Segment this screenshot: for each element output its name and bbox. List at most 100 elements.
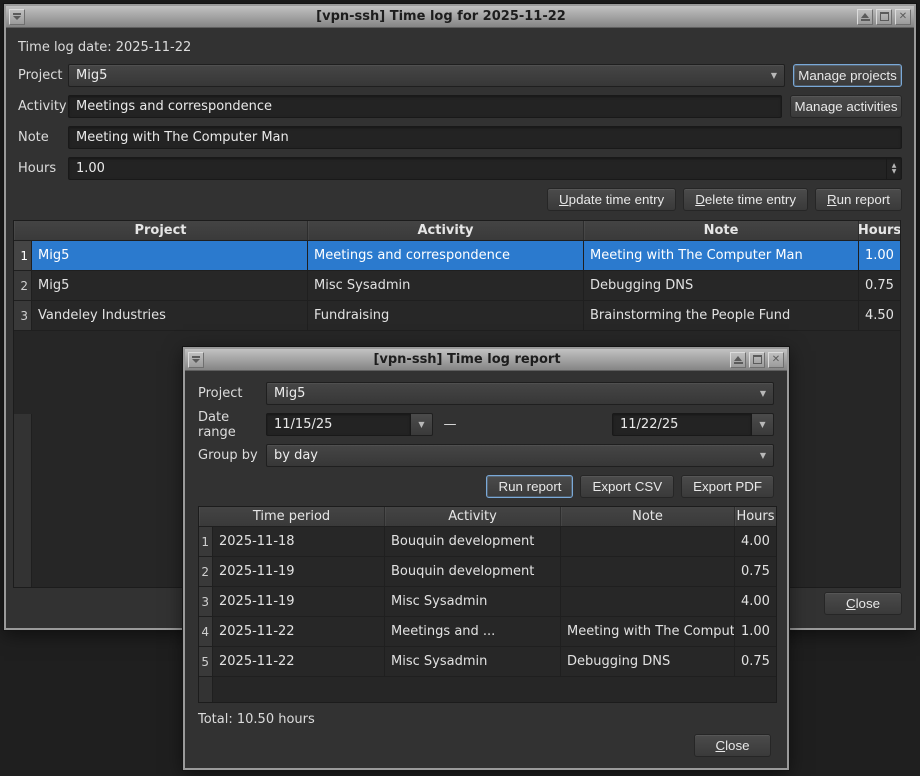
report-window-titlebar[interactable]: [vpn-ssh] Time log report ✕	[185, 349, 787, 371]
cell-note	[561, 587, 735, 616]
report-table-row[interactable]: 4 2025-11-22 Meetings and ... Meeting wi…	[199, 617, 776, 647]
run-report-button[interactable]: Run report	[815, 188, 902, 211]
chevron-down-icon: ▼	[765, 71, 777, 80]
maximize-icon	[880, 12, 889, 21]
chevron-down-icon: ▼	[759, 420, 765, 429]
row-number: 3	[14, 301, 32, 330]
table-empty-area	[199, 677, 776, 702]
main-close-window-button[interactable]: ✕	[895, 9, 911, 25]
cell-hours: 0.75	[735, 647, 776, 676]
close-icon: ✕	[899, 12, 907, 22]
report-run-report-button[interactable]: Run report	[486, 475, 573, 498]
window-menu-button[interactable]	[9, 9, 25, 25]
cell-time-period: 2025-11-18	[213, 527, 385, 556]
main-window-title: [vpn-ssh] Time log for 2025-11-22	[28, 9, 854, 24]
cell-hours: 0.75	[859, 271, 900, 300]
report-actions: Run report Export CSV Export PDF	[486, 475, 774, 498]
delete-time-entry-button[interactable]: Delete time entry	[683, 188, 808, 211]
export-pdf-button[interactable]: Export PDF	[681, 475, 774, 498]
main-close-button[interactable]: Close	[824, 592, 902, 615]
activity-label: Activity	[18, 99, 68, 114]
report-window-menu-button[interactable]	[188, 352, 204, 368]
column-header-note[interactable]: Note	[584, 221, 859, 240]
main-maximize-button[interactable]	[876, 9, 892, 25]
column-header-time-period[interactable]: Time period	[199, 507, 385, 526]
time-log-table-header: Project Activity Note Hours	[14, 221, 900, 241]
main-footer-actions: Close	[824, 592, 902, 615]
cell-time-period: 2025-11-22	[213, 647, 385, 676]
cell-activity: Misc Sysadmin	[385, 587, 561, 616]
report-close-button[interactable]: Close	[694, 734, 771, 757]
update-time-entry-button[interactable]: Update time entry	[547, 188, 676, 211]
date-to-value: 11/22/25	[620, 417, 678, 432]
cell-hours: 4.00	[735, 587, 776, 616]
report-project-combobox-value: Mig5	[274, 386, 305, 401]
note-input-value: Meeting with The Computer Man	[76, 130, 289, 145]
date-from-dropdown-button[interactable]: ▼	[411, 413, 433, 436]
column-header-activity[interactable]: Activity	[308, 221, 584, 240]
date-to-dropdown-button[interactable]: ▼	[752, 413, 774, 436]
column-header-hours[interactable]: Hours	[859, 221, 900, 240]
cell-activity: Misc Sysadmin	[385, 647, 561, 676]
cell-activity: Meetings and correspondence	[308, 241, 584, 270]
cell-hours: 0.75	[735, 557, 776, 586]
row-number: 2	[14, 271, 32, 300]
activity-input[interactable]: Meetings and correspondence	[68, 95, 782, 118]
cell-note	[561, 557, 735, 586]
shade-icon	[861, 13, 870, 21]
report-table-row[interactable]: 1 2025-11-18 Bouquin development 4.00	[199, 527, 776, 557]
report-window-title: [vpn-ssh] Time log report	[207, 352, 727, 367]
column-header-project[interactable]: Project	[14, 221, 308, 240]
date-range-row: Date range 11/15/25 ▼ — 11/22/25 ▼	[198, 413, 774, 436]
hours-label: Hours	[18, 161, 68, 176]
date-from-input[interactable]: 11/15/25	[266, 413, 411, 436]
activity-row: Activity Meetings and correspondence Man…	[18, 95, 902, 118]
project-combobox[interactable]: Mig5 ▼	[68, 64, 785, 87]
date-to-input[interactable]: 11/22/25	[612, 413, 752, 436]
report-table-row[interactable]: 5 2025-11-22 Misc Sysadmin Debugging DNS…	[199, 647, 776, 677]
row-number: 2	[199, 557, 213, 586]
cell-time-period: 2025-11-19	[213, 557, 385, 586]
project-row: Project Mig5 ▼ Manage projects	[18, 64, 902, 87]
hours-spinbox[interactable]: 1.00 ▲ ▼	[68, 157, 902, 180]
date-from-picker[interactable]: 11/15/25 ▼	[266, 413, 433, 436]
cell-project: Vandeley Industries	[32, 301, 308, 330]
cell-hours: 1.00	[859, 241, 900, 270]
report-table-row[interactable]: 2 2025-11-19 Bouquin development 0.75	[199, 557, 776, 587]
group-by-row: Group by by day ▼	[198, 444, 774, 467]
main-shade-button[interactable]	[857, 9, 873, 25]
main-window-titlebar[interactable]: [vpn-ssh] Time log for 2025-11-22 ✕	[6, 6, 914, 28]
date-range-separator: —	[433, 417, 467, 432]
time-log-table-row[interactable]: 2 Mig5 Misc Sysadmin Debugging DNS 0.75	[14, 271, 900, 301]
note-input[interactable]: Meeting with The Computer Man	[68, 126, 902, 149]
date-to-picker[interactable]: 11/22/25 ▼	[612, 413, 774, 436]
cell-note: Debugging DNS	[561, 647, 735, 676]
cell-activity: Meetings and ...	[385, 617, 561, 646]
time-log-table-row[interactable]: 1 Mig5 Meetings and correspondence Meeti…	[14, 241, 900, 271]
report-maximize-button[interactable]	[749, 352, 765, 368]
report-table-row[interactable]: 3 2025-11-19 Misc Sysadmin 4.00	[199, 587, 776, 617]
manage-projects-button[interactable]: Manage projects	[793, 64, 902, 87]
column-header-note[interactable]: Note	[561, 507, 735, 526]
report-table-body: 1 2025-11-18 Bouquin development 4.00 2 …	[199, 527, 776, 677]
window-menu-icon	[192, 356, 200, 363]
time-log-table-row[interactable]: 3 Vandeley Industries Fundraising Brains…	[14, 301, 900, 331]
cell-time-period: 2025-11-19	[213, 587, 385, 616]
cell-hours: 4.50	[859, 301, 900, 330]
cell-activity: Fundraising	[308, 301, 584, 330]
entry-actions: Update time entry Delete time entry Run …	[547, 188, 902, 211]
report-shade-button[interactable]	[730, 352, 746, 368]
column-header-hours[interactable]: Hours	[735, 507, 776, 526]
report-close-window-button[interactable]: ✕	[768, 352, 784, 368]
manage-activities-button[interactable]: Manage activities	[790, 95, 902, 118]
hours-spin-buttons[interactable]: ▲ ▼	[886, 157, 901, 180]
row-number: 5	[199, 647, 213, 676]
report-project-row: Project Mig5 ▼	[198, 382, 774, 405]
export-csv-button[interactable]: Export CSV	[580, 475, 674, 498]
cell-note: Meeting with The Computer...	[561, 617, 735, 646]
total-hours-label: Total: 10.50 hours	[198, 712, 315, 727]
report-project-combobox[interactable]: Mig5 ▼	[266, 382, 774, 405]
cell-activity: Misc Sysadmin	[308, 271, 584, 300]
column-header-activity[interactable]: Activity	[385, 507, 561, 526]
group-by-combobox[interactable]: by day ▼	[266, 444, 774, 467]
